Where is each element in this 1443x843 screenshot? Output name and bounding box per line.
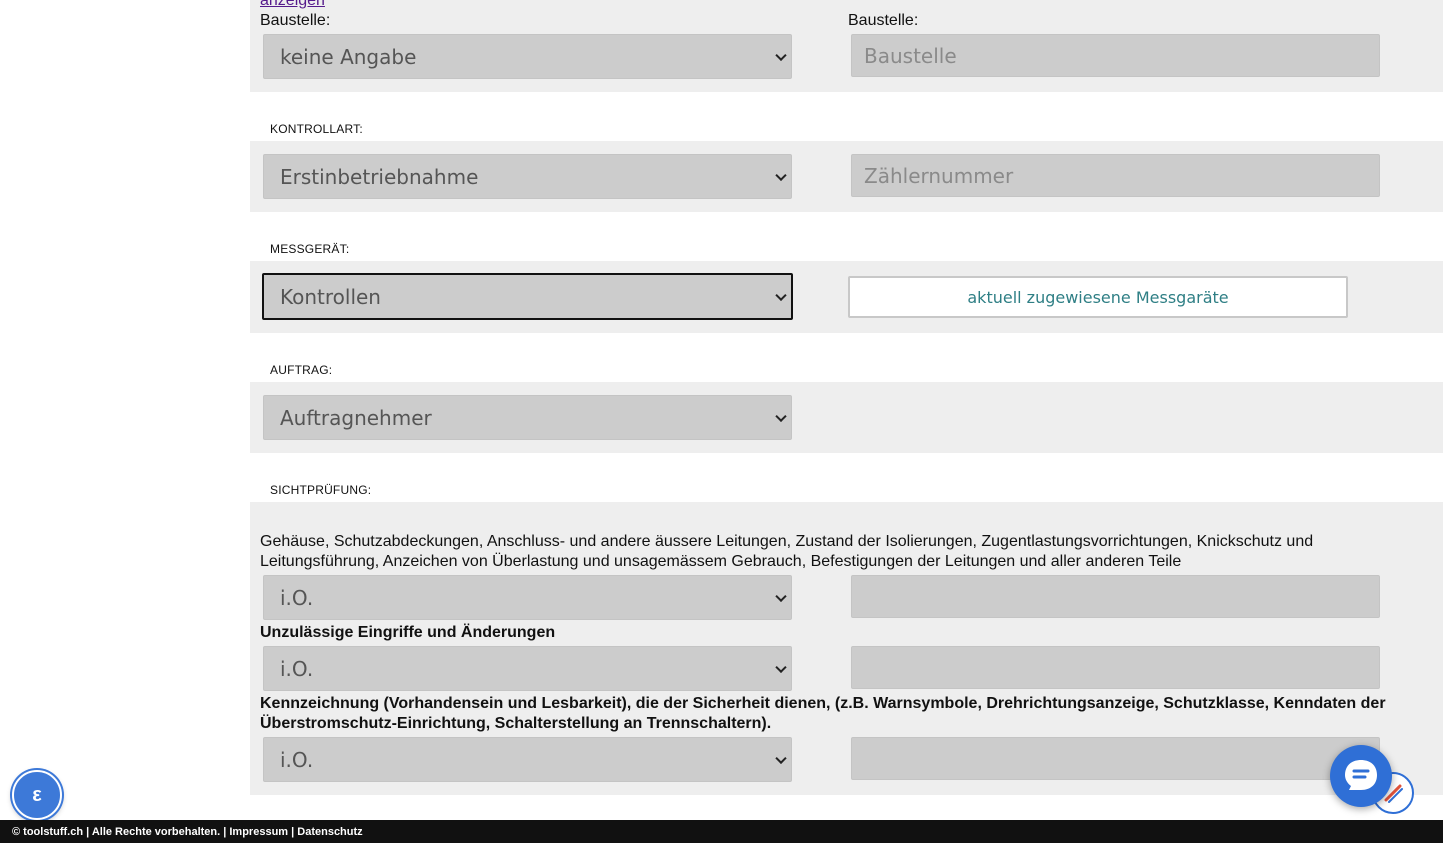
chevron-down-icon <box>775 661 787 673</box>
check-select-2-value: i.O. <box>280 656 314 681</box>
messgeraet-select-value: Kontrollen <box>280 284 381 309</box>
footer: © toolstuff.ch | Alle Rechte vorbehalten… <box>0 820 1443 843</box>
baustelle-input[interactable]: Baustelle <box>851 34 1380 77</box>
check-question-1: Gehäuse, Schutzabdeckungen, Anschluss- u… <box>260 533 1314 570</box>
kontrollart-label: KONTROLLART: <box>270 122 363 136</box>
check-select-2[interactable]: i.O. <box>263 646 792 691</box>
baustelle-select[interactable]: keine Angabe <box>263 34 792 79</box>
check-select-1[interactable]: i.O. <box>263 575 792 620</box>
chat-icon <box>1345 760 1377 790</box>
check-select-3-value: i.O. <box>280 747 314 772</box>
auftrag-select-value: Auftragnehmer <box>280 405 432 430</box>
chevron-down-icon <box>775 169 787 181</box>
assigned-devices-button[interactable]: aktuell zugewiesene Messgaräte <box>848 276 1348 318</box>
check-select-1-value: i.O. <box>280 585 314 610</box>
chevron-down-icon <box>775 49 787 61</box>
chevron-down-icon <box>775 590 787 602</box>
zaehlernummer-input[interactable]: Zählernummer <box>851 154 1380 197</box>
check-note-3[interactable] <box>851 737 1380 780</box>
check-question-3: Kennzeichnung (Vorhandensein und Lesbark… <box>260 695 1386 732</box>
messgeraet-label: MESSGERÄT: <box>270 242 350 256</box>
check-select-3[interactable]: i.O. <box>263 737 792 782</box>
anzeigen-link[interactable]: anzeigen <box>260 0 325 10</box>
baustelle-input-placeholder: Baustelle <box>864 43 957 68</box>
sichtpruefung-label: SICHTPRÜFUNG: <box>270 483 372 497</box>
chat-button[interactable] <box>1330 745 1392 807</box>
messgeraet-select[interactable]: Kontrollen <box>262 273 793 320</box>
auftrag-label: AUFTRAG: <box>270 363 333 377</box>
kontrollart-select-value: Erstinbetriebnahme <box>280 164 479 189</box>
check-note-2[interactable] <box>851 646 1380 689</box>
chevron-down-icon <box>775 752 787 764</box>
accessibility-badge-button[interactable]: ε <box>12 770 62 820</box>
kontrollart-select[interactable]: Erstinbetriebnahme <box>263 154 792 199</box>
footer-text: © toolstuff.ch | Alle Rechte vorbehalten… <box>12 825 363 838</box>
epsilon-icon: ε <box>32 783 42 806</box>
chevron-down-icon <box>775 289 787 301</box>
check-question-2: Unzulässige Eingriffe und Änderungen <box>260 624 556 641</box>
auftrag-select[interactable]: Auftragnehmer <box>263 395 792 440</box>
zaehlernummer-placeholder: Zählernummer <box>864 163 1014 188</box>
baustelle-label-left: Baustelle: <box>260 12 331 29</box>
check-note-1[interactable] <box>851 575 1380 618</box>
chevron-down-icon <box>775 410 787 422</box>
baustelle-label-right: Baustelle: <box>848 12 919 29</box>
baustelle-select-value: keine Angabe <box>280 44 417 69</box>
